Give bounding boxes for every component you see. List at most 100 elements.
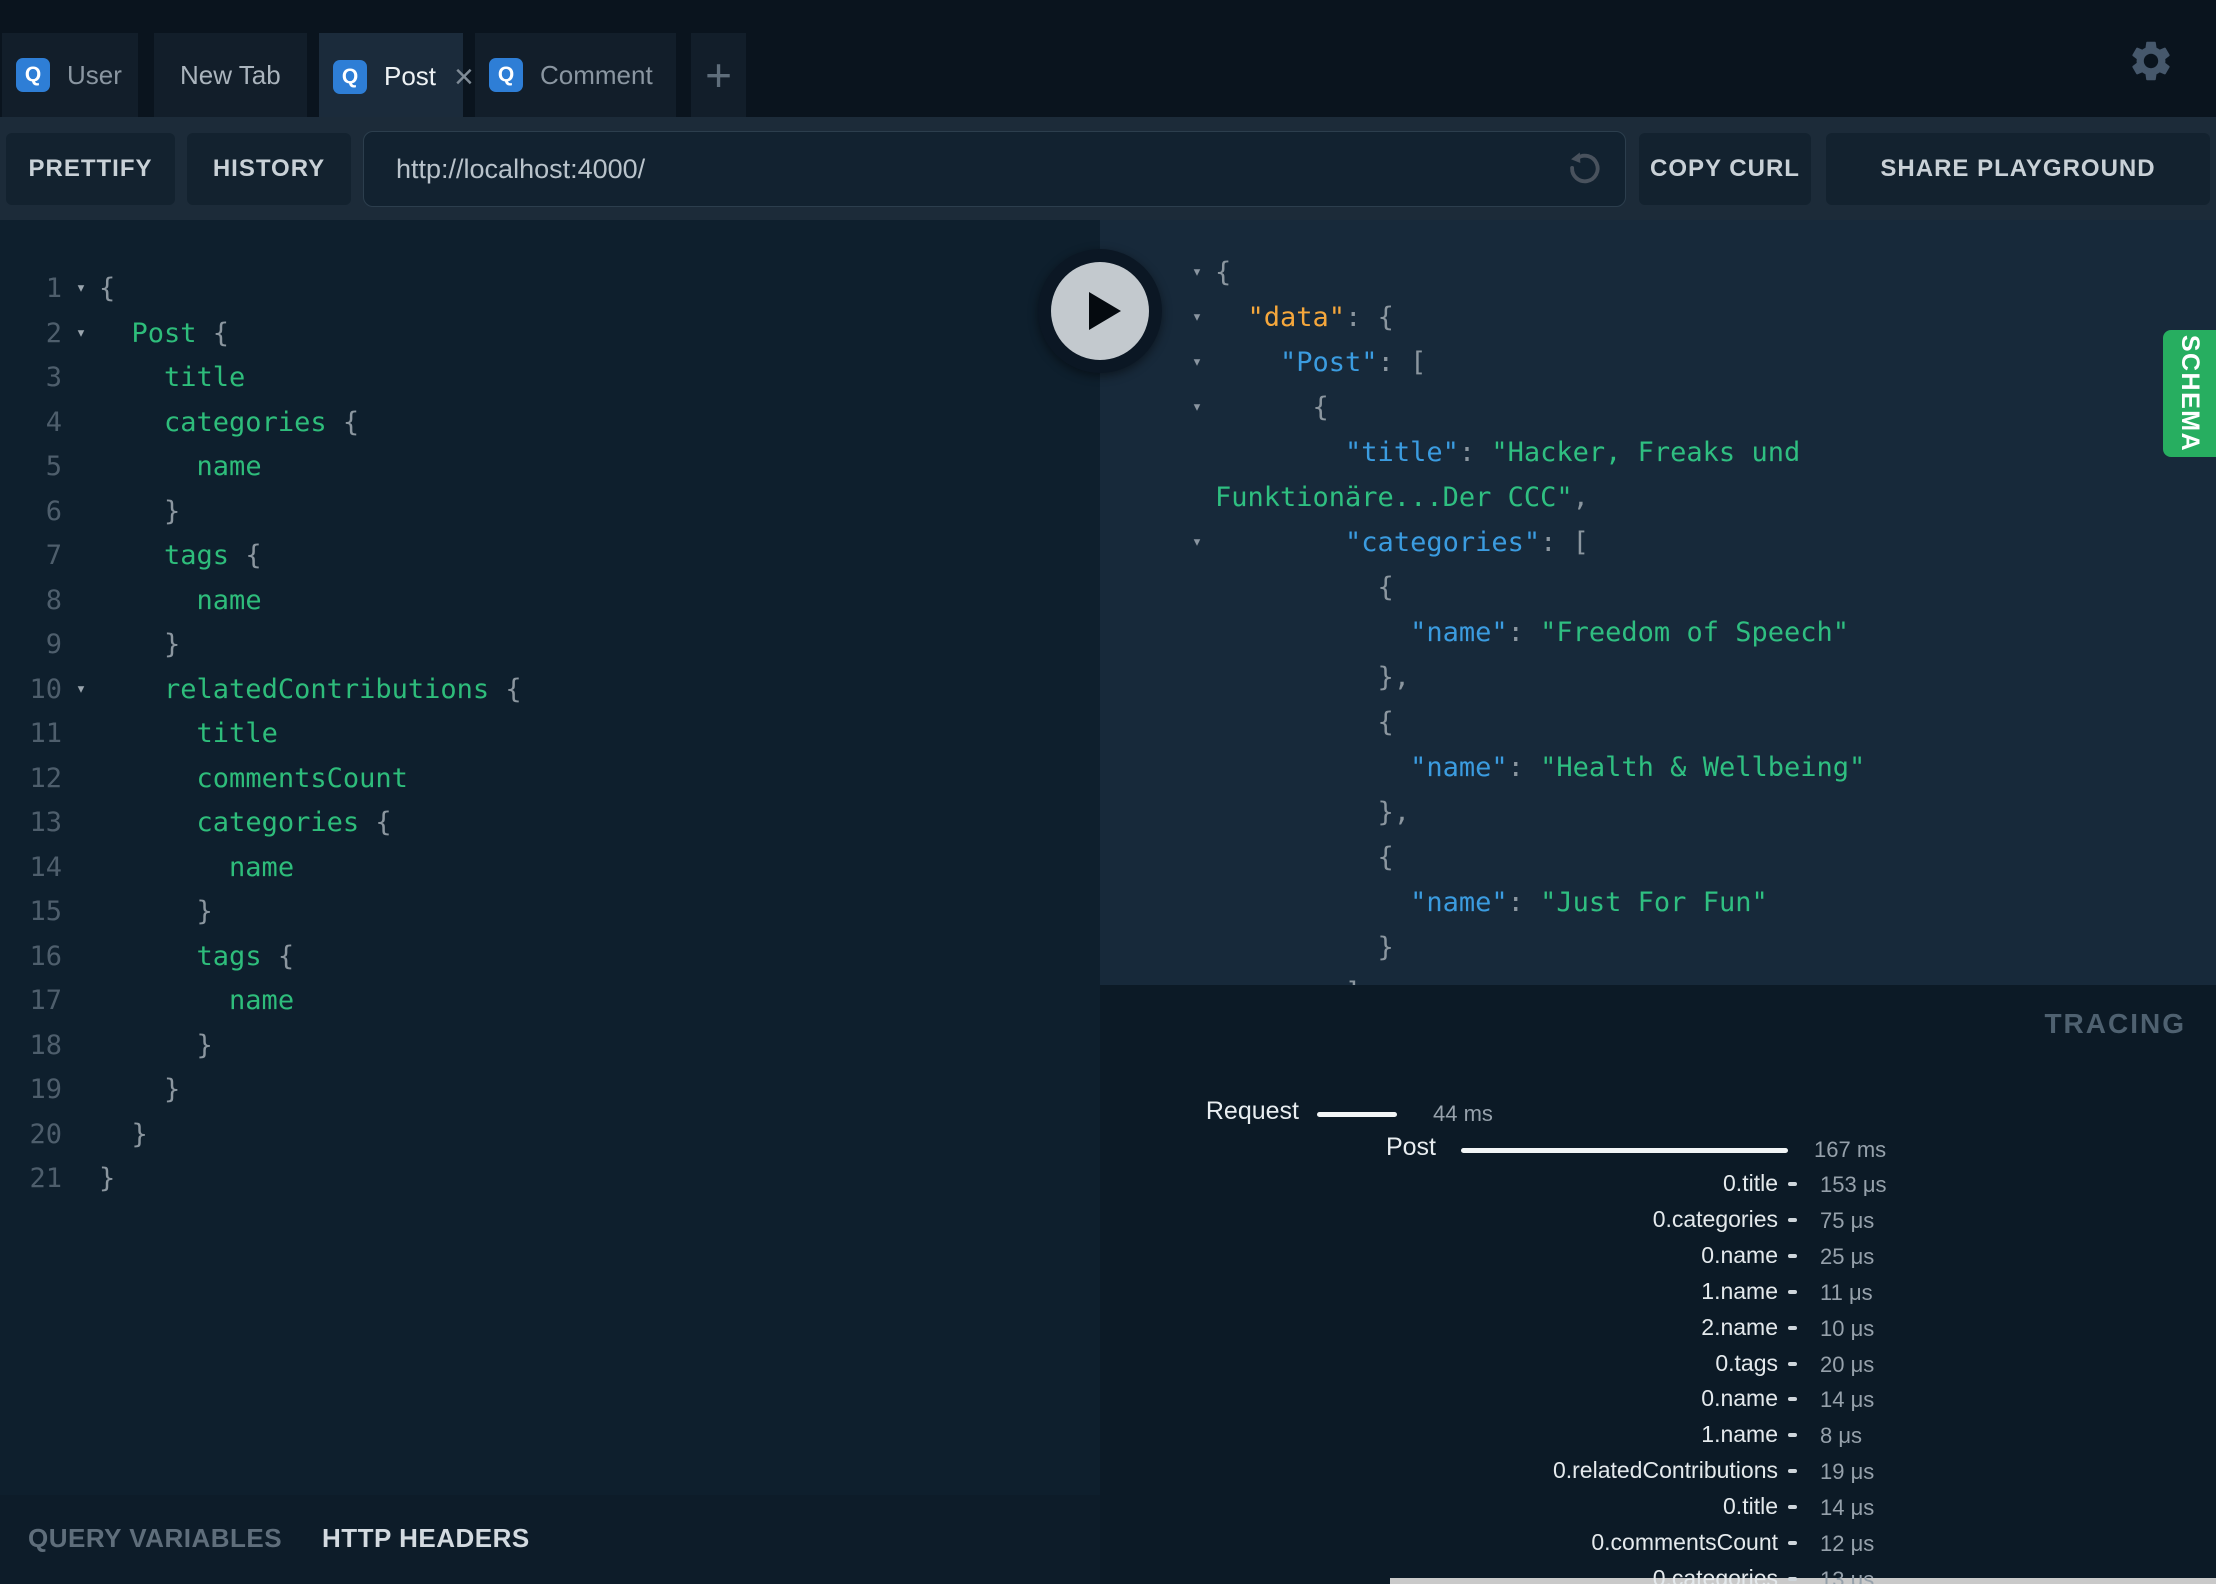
line-number: 15 xyxy=(29,896,62,927)
line-number: 3 xyxy=(45,362,62,393)
fold-arrow-icon[interactable]: ▾ xyxy=(1184,340,1210,385)
query-line[interactable]: 21} xyxy=(0,1156,1100,1201)
tracing-horizontal-scrollbar[interactable] xyxy=(1390,1578,2216,1584)
fold-arrow-icon[interactable]: ▾ xyxy=(1184,520,1210,565)
query-line[interactable]: 19 } xyxy=(0,1067,1100,1112)
resolver-label: 1.name xyxy=(1701,1421,1778,1448)
resolver-label: 0.title xyxy=(1723,1493,1778,1520)
query-variables-tab[interactable]: QUERY VARIABLES xyxy=(28,1523,282,1554)
tab-new-tab[interactable]: New Tab xyxy=(154,33,307,117)
resolver-label: 0.commentsCount xyxy=(1591,1529,1778,1555)
code-line-text: categories { xyxy=(196,807,392,838)
query-line[interactable]: 15 } xyxy=(0,889,1100,934)
endpoint-url-value: http://localhost:4000/ xyxy=(396,153,646,184)
fold-arrow-icon[interactable]: ▾ xyxy=(1184,295,1210,340)
query-editor[interactable]: 1 ▾{2 ▾ Post {3 title 4 categories {5 name 6… xyxy=(0,220,1100,1495)
prettify-button[interactable]: PRETTIFY xyxy=(6,133,175,205)
fold-arrow-icon[interactable]: ▾ xyxy=(68,266,94,311)
response-line: ▾ "categories": [ xyxy=(1100,520,2216,565)
resolver-duration: 19 μs xyxy=(1820,1459,1875,1485)
tab-user[interactable]: Q User xyxy=(2,33,138,117)
editor-bottom-bar: QUERY VARIABLES HTTP HEADERS xyxy=(0,1495,1100,1584)
fold-arrow-icon[interactable]: ▾ xyxy=(1184,250,1210,295)
query-line[interactable]: 11 title xyxy=(0,711,1100,756)
resolver-dash-icon xyxy=(1788,1397,1797,1402)
code-line-text: title xyxy=(196,718,278,749)
settings-gear-icon[interactable] xyxy=(2127,37,2175,85)
response-line: { xyxy=(1100,835,2216,880)
code-line-text: tags { xyxy=(196,940,295,972)
query-line[interactable]: 20 } xyxy=(0,1112,1100,1157)
fold-arrow-icon[interactable]: ▾ xyxy=(1184,385,1210,430)
close-tab-icon[interactable]: × xyxy=(454,60,474,94)
resolver-label: 0.categories xyxy=(1652,1564,1778,1584)
query-line[interactable]: 18 } xyxy=(0,1023,1100,1068)
line-number: 4 xyxy=(45,406,62,438)
query-line[interactable]: 7 tags { xyxy=(0,533,1100,578)
line-number: 1 xyxy=(45,273,62,304)
code-line-text: name xyxy=(229,851,295,883)
query-line[interactable]: 17 name xyxy=(0,978,1100,1023)
share-playground-button[interactable]: SHARE PLAYGROUND xyxy=(1826,133,2210,205)
response-line: "name": "Health & Wellbeing" xyxy=(1100,745,2216,790)
response-line: }, xyxy=(1100,655,2216,700)
execute-query-button[interactable] xyxy=(1038,249,1162,373)
trace-span-bar xyxy=(1461,1148,1788,1153)
query-line[interactable]: 12 commentsCount xyxy=(0,756,1100,801)
fold-arrow-icon[interactable]: ▾ xyxy=(68,311,94,356)
resolver-duration: 11 μs xyxy=(1820,1279,1873,1305)
resolver-duration: 12 μs xyxy=(1820,1531,1875,1556)
code-line-text: ] xyxy=(1215,970,1361,985)
history-button[interactable]: HISTORY xyxy=(187,133,351,205)
line-number: 16 xyxy=(29,940,62,972)
plus-icon: + xyxy=(705,49,732,101)
response-line: "name": "Just For Fun" xyxy=(1100,880,2216,925)
response-line: ▾ { xyxy=(1100,385,2216,430)
query-line[interactable]: 5 name xyxy=(0,444,1100,489)
resolver-label: 0.name xyxy=(1701,1385,1778,1412)
query-line[interactable]: 1 ▾{ xyxy=(0,266,1100,311)
query-line[interactable]: 6 } xyxy=(0,489,1100,534)
tab-comment[interactable]: Q Comment xyxy=(475,33,676,117)
line-number: 5 xyxy=(45,451,62,482)
code-line-text: { xyxy=(1215,572,1394,603)
resolver-duration: 153 μs xyxy=(1820,1172,1887,1197)
tab-label: User xyxy=(67,59,122,90)
query-line[interactable]: 14 name xyxy=(0,845,1100,890)
resolver-dash-icon xyxy=(1788,1505,1797,1510)
resolver-duration: 10 μs xyxy=(1820,1315,1875,1341)
query-line[interactable]: 9 } xyxy=(0,622,1100,667)
query-line[interactable]: 10 ▾ relatedContributions { xyxy=(0,667,1100,712)
response-line: } xyxy=(1100,925,2216,970)
add-tab-button[interactable]: + xyxy=(691,33,746,117)
line-number: 18 xyxy=(29,1029,62,1061)
query-line[interactable]: 16 tags { xyxy=(0,934,1100,979)
query-line[interactable]: 2 ▾ Post { xyxy=(0,311,1100,356)
resolver-dash-icon xyxy=(1788,1361,1797,1366)
code-line-text: "Post": [ xyxy=(1280,347,1427,378)
response-line: "title": "Hacker, Freaks und xyxy=(1100,430,2216,475)
response-line: "name": "Freedom of Speech" xyxy=(1100,610,2216,655)
code-line-text: } xyxy=(99,495,181,527)
response-line: ▾ "Post": [ xyxy=(1100,340,2216,385)
code-line-text: name xyxy=(196,451,262,482)
query-line[interactable]: 4 categories { xyxy=(0,400,1100,445)
line-number: 20 xyxy=(29,1118,62,1150)
schema-side-tab[interactable]: SCHEMA xyxy=(2163,330,2216,457)
code-line-text: { xyxy=(99,273,116,304)
resolver-dash-icon xyxy=(1788,1217,1797,1222)
copy-curl-button[interactable]: COPY CURL xyxy=(1639,133,1811,205)
fold-arrow-icon[interactable]: ▾ xyxy=(68,667,94,712)
tracing-panel: TRACING Request 44 ms Post 167 ms 0.titl… xyxy=(1100,985,2216,1584)
code-line-text: } xyxy=(99,1163,116,1194)
query-line[interactable]: 13 categories { xyxy=(0,800,1100,845)
resolver-duration: 8 μs xyxy=(1820,1423,1863,1449)
query-line[interactable]: 8 name xyxy=(0,578,1100,623)
query-line[interactable]: 3 title xyxy=(0,355,1100,400)
endpoint-url-input[interactable]: http://localhost:4000/ xyxy=(363,131,1626,207)
tab-post[interactable]: Q Post × xyxy=(319,33,474,120)
http-headers-tab[interactable]: HTTP HEADERS xyxy=(322,1523,530,1554)
resolver-label: 0.name xyxy=(1701,1241,1778,1268)
code-line-text: tags { xyxy=(164,540,262,571)
reload-schema-icon[interactable] xyxy=(1563,148,1605,190)
